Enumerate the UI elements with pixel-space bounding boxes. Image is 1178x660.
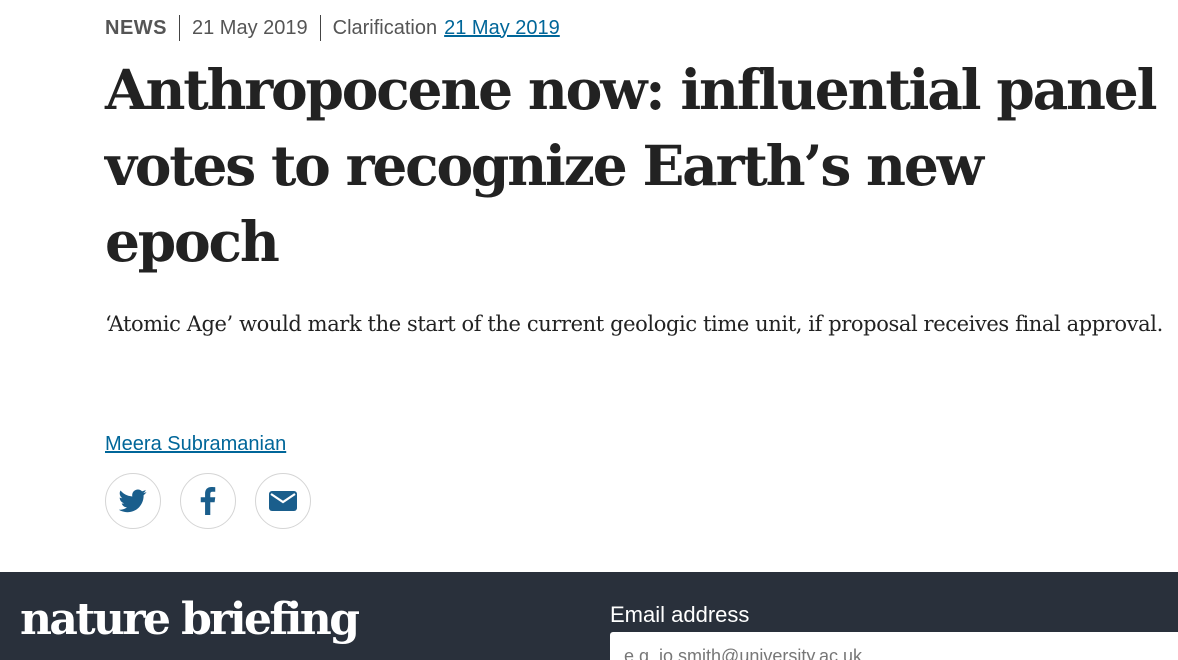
- article-standfirst: ‘Atomic Age’ would mark the start of the…: [105, 312, 1163, 336]
- share-email-button[interactable]: [255, 473, 311, 529]
- author-link[interactable]: Meera Subramanian: [105, 433, 286, 456]
- email-label: Email address: [610, 602, 750, 627]
- article-headline: Anthropocene now: influential panel vote…: [105, 57, 1157, 274]
- article-meta: NEWS 21 May 2019 Clarification 21 May 20…: [105, 14, 560, 42]
- share-buttons: [105, 473, 311, 529]
- nature-briefing-logo: nature briefing: [20, 594, 360, 645]
- meta-divider: [319, 15, 321, 41]
- clarification-date-link[interactable]: 21 May 2019: [444, 17, 560, 40]
- share-facebook-button[interactable]: [180, 473, 236, 529]
- share-twitter-button[interactable]: [105, 473, 161, 529]
- published-date: 21 May 2019: [192, 16, 308, 39]
- article-category[interactable]: NEWS: [105, 17, 167, 40]
- email-input[interactable]: [610, 632, 1178, 660]
- nature-briefing-banner: nature briefing Email address: [0, 572, 1178, 660]
- twitter-icon: [119, 489, 147, 513]
- article-page: NEWS 21 May 2019 Clarification 21 May 20…: [0, 0, 1178, 660]
- mail-icon: [269, 491, 297, 511]
- facebook-icon: [200, 487, 216, 515]
- clarification-label: Clarification: [332, 16, 438, 39]
- meta-divider: [179, 15, 180, 41]
